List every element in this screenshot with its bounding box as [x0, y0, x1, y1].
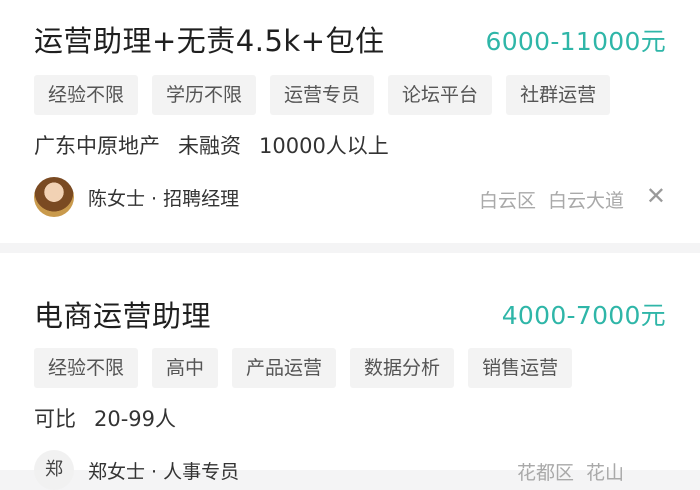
recruiter-name: 陈女士 · 招聘经理 [88, 187, 240, 210]
job-tag: 经验不限 [34, 75, 139, 115]
location-area: 白云大道 [547, 190, 624, 212]
job-tag: 高中 [152, 348, 219, 388]
recruiter-name: 郑女士 · 人事专员 [88, 460, 240, 483]
company-name: 广东中原地产 [34, 134, 160, 158]
recruiter-info: 陈女士 · 招聘经理 [34, 177, 239, 217]
location-area: 花山 [585, 462, 624, 484]
job-tag: 产品运营 [232, 348, 337, 388]
recruiter-info: 郑 郑女士 · 人事专员 [34, 450, 239, 490]
job-tag: 销售运营 [468, 348, 573, 388]
job-title: 电商运营助理 [34, 299, 212, 333]
job-tag: 社群运营 [506, 75, 611, 115]
company-name: 可比 [34, 407, 76, 431]
company-size: 10000人以上 [259, 134, 389, 158]
job-salary: 6000-11000元 [485, 27, 666, 56]
job-tag: 学历不限 [152, 75, 257, 115]
company-info: 可比 20-99人 [34, 403, 176, 433]
job-salary: 4000-7000元 [501, 301, 666, 330]
job-tag: 运营专员 [270, 75, 375, 115]
location-district: 花都区 [516, 462, 574, 484]
job-title: 运营助理+无责4.5k+包住 [34, 24, 385, 58]
job-card[interactable]: 电商运营助理 4000-7000元 经验不限 高中 产品运营 数据分析 销售运营… [0, 253, 700, 490]
company-size: 20-99人 [94, 407, 177, 431]
avatar [34, 177, 74, 217]
location-district: 白云区 [478, 190, 536, 212]
job-tag: 论坛平台 [388, 75, 493, 115]
job-tag: 经验不限 [34, 348, 139, 388]
close-icon[interactable]: ✕ [646, 182, 666, 210]
job-tag: 数据分析 [350, 348, 455, 388]
job-location: 花都区 花山 [517, 458, 624, 485]
job-location: 白云区 白云大道 [479, 186, 624, 213]
company-stage: 未融资 [178, 134, 241, 158]
avatar: 郑 [34, 450, 74, 490]
job-tags: 经验不限 学历不限 运营专员 论坛平台 社群运营 [34, 75, 611, 115]
company-info: 广东中原地产 未融资 10000人以上 [34, 130, 389, 160]
job-tags: 经验不限 高中 产品运营 数据分析 销售运营 [34, 348, 573, 388]
job-card[interactable]: 运营助理+无责4.5k+包住 6000-11000元 经验不限 学历不限 运营专… [0, 0, 700, 243]
